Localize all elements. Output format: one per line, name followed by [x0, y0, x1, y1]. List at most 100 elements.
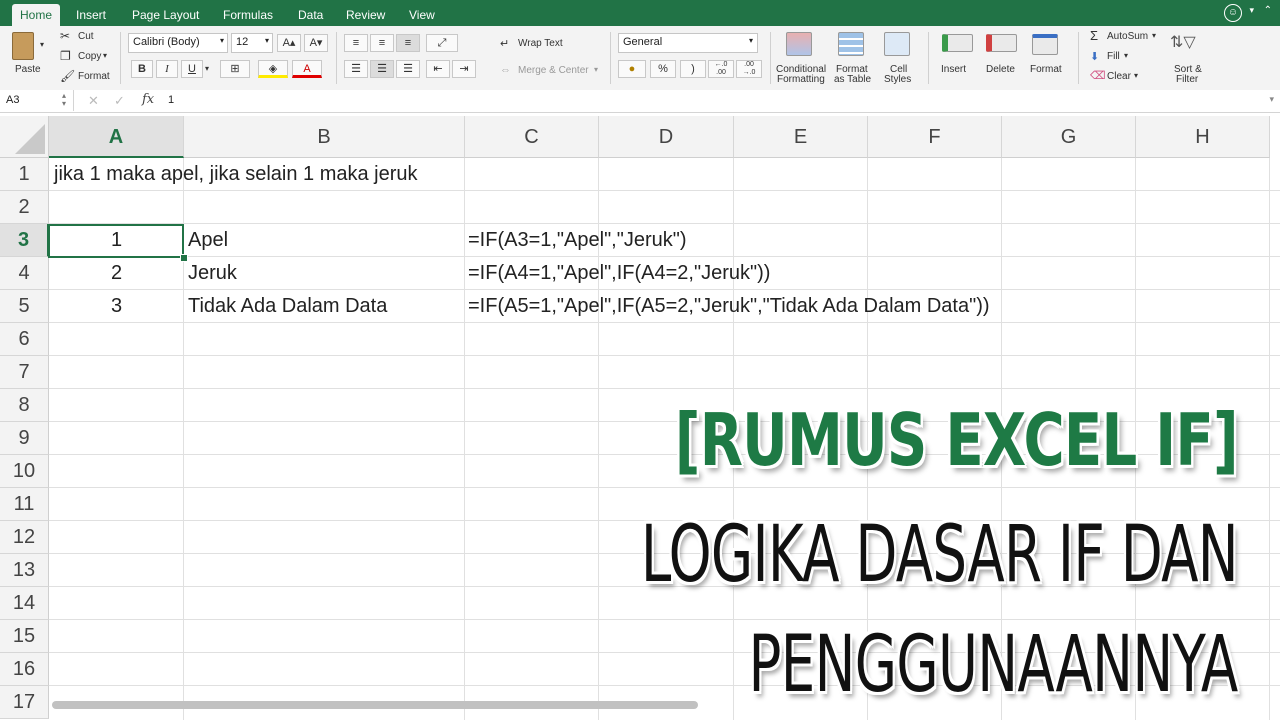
copy-icon[interactable]: ❐	[60, 49, 71, 63]
delete-cells-button[interactable]: Delete	[986, 64, 1015, 75]
format-painter-button[interactable]: Format	[78, 71, 110, 82]
wrap-text-button[interactable]: Wrap Text	[518, 38, 563, 49]
fill-color-button[interactable]: ◈	[258, 60, 288, 78]
accounting-format-button[interactable]: ●	[618, 60, 646, 78]
cell-a1[interactable]: jika 1 maka apel, jika selain 1 maka jer…	[54, 158, 418, 191]
column-header-d[interactable]: D	[599, 116, 734, 158]
tab-data[interactable]: Data	[290, 6, 331, 26]
comma-style-button[interactable]: )	[680, 60, 706, 78]
chevron-down-icon[interactable]: ▾	[1124, 51, 1128, 60]
row-header-1[interactable]: 1	[0, 158, 49, 191]
percent-style-button[interactable]: %	[650, 60, 676, 78]
active-cell-selection[interactable]	[48, 224, 184, 258]
cell-b3[interactable]: Apel	[188, 224, 228, 257]
italic-button[interactable]: I	[156, 60, 178, 78]
underline-button[interactable]: U	[181, 60, 203, 78]
fill-button[interactable]: Fill	[1107, 51, 1120, 62]
row-header-7[interactable]: 7	[0, 356, 49, 389]
chevron-down-icon[interactable]: ▾	[1269, 94, 1274, 105]
conditional-formatting-icon[interactable]	[786, 32, 812, 56]
cell-styles-label-2[interactable]: Styles	[884, 74, 911, 85]
row-header-12[interactable]: 12	[0, 521, 49, 554]
column-header-e[interactable]: E	[734, 116, 868, 158]
feedback-smiley-icon[interactable]: ☺	[1224, 4, 1242, 22]
format-as-table-icon[interactable]	[838, 32, 864, 56]
column-header-b[interactable]: B	[184, 116, 465, 158]
tab-home[interactable]: Home	[12, 4, 61, 26]
decrease-decimal-button[interactable]: .00 →.0	[736, 60, 762, 78]
insert-function-icon[interactable]: fx	[142, 92, 154, 107]
align-right-button[interactable]: ☰	[396, 60, 420, 78]
paste-button[interactable]: Paste	[15, 64, 41, 75]
column-header-h[interactable]: H	[1136, 116, 1270, 158]
cancel-icon[interactable]: ✕	[88, 93, 99, 109]
cell-b5[interactable]: Tidak Ada Dalam Data	[188, 290, 387, 323]
column-header-f[interactable]: F	[868, 116, 1002, 158]
orientation-button[interactable]: ⤢	[426, 34, 458, 52]
format-as-table-label-2[interactable]: as Table	[834, 74, 871, 85]
cell-c5[interactable]: =IF(A5=1,"Apel",IF(A5=2,"Jeruk","Tidak A…	[468, 290, 990, 323]
autosum-button[interactable]: AutoSum	[1107, 31, 1148, 42]
row-header-5[interactable]: 5	[0, 290, 49, 323]
formula-input[interactable]: 1	[168, 94, 174, 106]
conditional-formatting-label-2[interactable]: Formatting	[777, 74, 825, 85]
row-header-10[interactable]: 10	[0, 455, 49, 488]
row-header-6[interactable]: 6	[0, 323, 49, 356]
increase-font-size-button[interactable]: A▴	[277, 34, 301, 52]
font-color-button[interactable]: A	[292, 60, 322, 78]
sort-filter-label-2[interactable]: Filter	[1176, 74, 1198, 85]
clear-button[interactable]: Clear	[1107, 71, 1131, 82]
chevron-down-icon[interactable]: ▾	[40, 40, 44, 49]
wrap-text-icon[interactable]: ↵	[500, 37, 509, 50]
chevron-down-icon[interactable]: ▾	[1249, 5, 1254, 16]
copy-button[interactable]: Copy	[78, 51, 101, 62]
cell-a5[interactable]: 3	[49, 290, 184, 323]
column-header-c[interactable]: C	[465, 116, 599, 158]
format-cells-button[interactable]: Format	[1030, 64, 1062, 75]
cut-button[interactable]: Cut	[78, 31, 94, 42]
cell-c4[interactable]: =IF(A4=1,"Apel",IF(A4=2,"Jeruk"))	[468, 257, 770, 290]
select-all-button[interactable]	[0, 116, 49, 158]
insert-cells-button[interactable]: Insert	[941, 64, 966, 75]
row-header-8[interactable]: 8	[0, 389, 49, 422]
bold-button[interactable]: B	[131, 60, 153, 78]
autosum-icon[interactable]: Σ	[1090, 28, 1098, 43]
horizontal-scrollbar[interactable]	[52, 701, 698, 709]
chevron-down-icon[interactable]: ▾	[1134, 71, 1138, 80]
enter-check-icon[interactable]: ✓	[114, 93, 125, 109]
format-cells-icon[interactable]	[1032, 34, 1058, 55]
fill-icon[interactable]: ⬇	[1090, 50, 1099, 63]
cell-c3[interactable]: =IF(A3=1,"Apel","Jeruk")	[468, 224, 687, 257]
row-header-4[interactable]: 4	[0, 257, 49, 290]
row-header-13[interactable]: 13	[0, 554, 49, 587]
delete-cells-icon[interactable]	[986, 34, 1017, 52]
tab-page-layout[interactable]: Page Layout	[124, 6, 207, 26]
row-header-14[interactable]: 14	[0, 587, 49, 620]
align-center-button[interactable]: ☰	[370, 60, 394, 78]
column-header-g[interactable]: G	[1002, 116, 1136, 158]
chevron-down-icon[interactable]: ▾	[205, 64, 209, 73]
row-header-9[interactable]: 9	[0, 422, 49, 455]
align-bottom-button[interactable]: ≡	[396, 34, 420, 52]
row-header-2[interactable]: 2	[0, 191, 49, 224]
increase-indent-button[interactable]: ⇥	[452, 60, 476, 78]
fill-handle[interactable]	[180, 254, 188, 262]
row-header-17[interactable]: 17	[0, 686, 49, 719]
scissors-icon[interactable]: ✂	[60, 29, 70, 43]
insert-cells-icon[interactable]	[942, 34, 973, 52]
tab-formulas[interactable]: Formulas	[215, 6, 281, 26]
cell-a4[interactable]: 2	[49, 257, 184, 290]
eraser-icon[interactable]: ⌫	[1090, 69, 1106, 82]
paste-icon[interactable]	[12, 32, 34, 60]
tab-insert[interactable]: Insert	[68, 6, 114, 26]
row-header-16[interactable]: 16	[0, 653, 49, 686]
chevron-down-icon[interactable]: ▾	[1152, 31, 1156, 40]
tab-view[interactable]: View	[401, 6, 443, 26]
align-top-button[interactable]: ≡	[344, 34, 368, 52]
chevron-down-icon[interactable]: ▾	[103, 51, 107, 60]
format-painter-icon[interactable]: 🖌	[60, 69, 75, 83]
row-header-3[interactable]: 3	[0, 224, 49, 257]
tab-review[interactable]: Review	[338, 6, 393, 26]
number-format-select[interactable]: General ▾	[618, 33, 758, 53]
row-header-15[interactable]: 15	[0, 620, 49, 653]
